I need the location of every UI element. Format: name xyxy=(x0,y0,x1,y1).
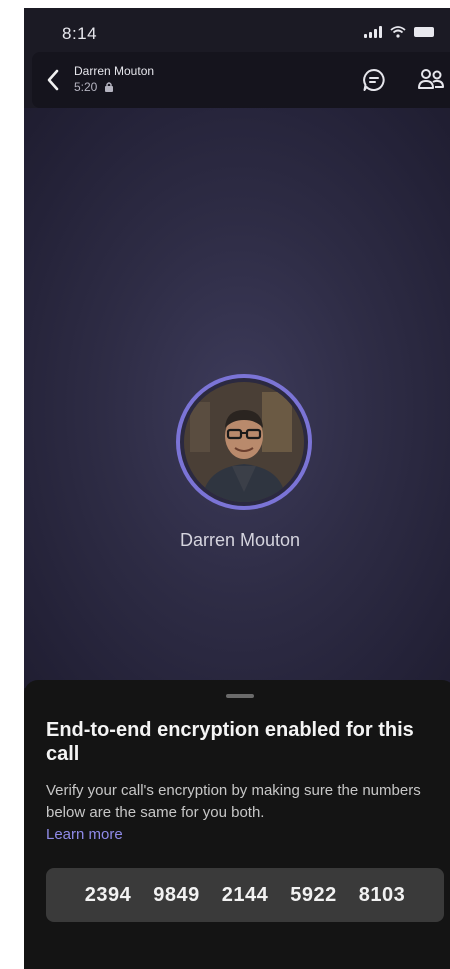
call-timer: 5:20 xyxy=(74,80,115,94)
sheet-title: End-to-end encryption enabled for this c… xyxy=(46,719,414,765)
chat-icon[interactable] xyxy=(360,66,388,94)
battery-icon xyxy=(414,27,434,37)
avatar-photo xyxy=(184,382,304,502)
sheet-grabber[interactable] xyxy=(226,694,254,698)
signal-icon xyxy=(364,26,382,38)
code-group: 5922 xyxy=(290,883,337,906)
code-group: 8103 xyxy=(358,883,406,906)
call-duration: 5:20 xyxy=(74,80,98,94)
code-group: 2144 xyxy=(221,883,269,906)
wifi-icon xyxy=(390,26,406,38)
call-header: Darren Mouton 5:20 xyxy=(32,52,450,108)
back-icon[interactable] xyxy=(42,66,64,94)
header-caller-name: Darren Mouton xyxy=(74,64,155,78)
sheet-description: Verify your call's encryption by making … xyxy=(46,782,421,821)
status-icons xyxy=(364,26,434,38)
status-bar: 8:14 xyxy=(24,8,450,56)
status-time: 8:14 xyxy=(62,24,98,43)
avatar xyxy=(184,382,304,502)
code-group: 2394 xyxy=(84,883,132,906)
lock-icon xyxy=(105,82,114,92)
code-group: 9849 xyxy=(153,883,200,906)
learn-more-link[interactable]: Learn more xyxy=(46,824,123,846)
encryption-code: 2394 9849 2144 5922 8103 xyxy=(46,868,444,922)
caller-name: Darren Mouton xyxy=(179,530,301,550)
encryption-sheet: End-to-end encryption enabled for this c… xyxy=(24,680,450,969)
caller-avatar-ring xyxy=(176,374,312,510)
people-icon[interactable] xyxy=(416,66,446,94)
call-screen: 8:14 Darren Mouton 5:20 Darren Mouton En… xyxy=(24,8,450,969)
